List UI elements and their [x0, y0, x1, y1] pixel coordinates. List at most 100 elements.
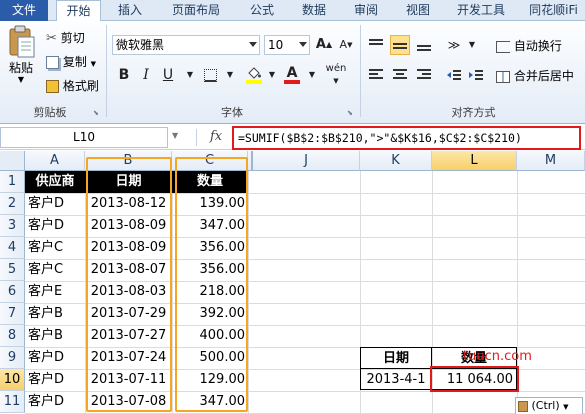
table-cell-quantity[interactable]: 139.00	[172, 193, 248, 215]
copy-button[interactable]: 复制 ▼	[46, 53, 96, 70]
column-header-m[interactable]: M	[517, 151, 585, 171]
tab-ifind[interactable]: 同花顺iFi	[522, 0, 585, 21]
font-color-dropdown[interactable]: ▼	[302, 65, 322, 85]
table-cell-date[interactable]: 2013-08-09	[85, 237, 172, 259]
table-cell-supplier[interactable]: 客户D	[25, 215, 85, 237]
formula-input[interactable]: =SUMIF($B$2:$B$210,">"&$K$16,$C$2:$C$210…	[232, 126, 581, 150]
tab-data[interactable]: 数据	[292, 0, 336, 21]
underline-button[interactable]: U	[158, 65, 178, 85]
table-header-supplier[interactable]: 供应商	[25, 171, 85, 193]
align-left-button[interactable]	[366, 65, 386, 85]
table-cell-date[interactable]: 2013-07-29	[85, 303, 172, 325]
table-cell-quantity[interactable]: 356.00	[172, 259, 248, 281]
underline-dropdown[interactable]: ▼	[180, 65, 200, 85]
table-header-quantity[interactable]: 数量	[172, 171, 248, 193]
borders-button[interactable]	[200, 65, 220, 85]
table-cell-supplier[interactable]: 客户D	[25, 369, 85, 391]
table-header-date[interactable]: 日期	[85, 171, 172, 193]
tab-formulas[interactable]: 公式	[240, 0, 284, 21]
clipboard-launcher-icon[interactable]: ⬊	[93, 109, 101, 117]
column-header-a[interactable]: A	[25, 151, 85, 171]
shrink-font-button[interactable]: A▼	[336, 35, 356, 55]
column-header-j[interactable]: J	[253, 151, 360, 171]
table-cell-quantity[interactable]: 392.00	[172, 303, 248, 325]
table-cell-date[interactable]: 2013-07-11	[85, 369, 172, 391]
wrap-text-button[interactable]: 自动换行	[496, 37, 562, 54]
tab-developer[interactable]: 开发工具	[448, 0, 514, 21]
column-header-c[interactable]: C	[172, 151, 248, 171]
grow-font-button[interactable]: A▲	[314, 35, 334, 55]
format-painter-button[interactable]: 格式刷	[46, 77, 99, 94]
paste-options-button[interactable]: (Ctrl) ▼	[515, 397, 583, 414]
row-header-6[interactable]: 6	[0, 281, 25, 303]
align-center-button[interactable]	[390, 65, 410, 85]
column-header-k[interactable]: K	[360, 151, 432, 171]
row-header-8[interactable]: 8	[0, 325, 25, 347]
summary-header-date[interactable]: 日期	[360, 347, 432, 369]
align-bottom-button[interactable]	[414, 35, 434, 55]
borders-dropdown[interactable]: ▼	[220, 65, 240, 85]
table-cell-date[interactable]: 2013-07-24	[85, 347, 172, 369]
tab-page-layout[interactable]: 页面布局	[160, 0, 232, 21]
summary-quantity-cell[interactable]: 11 064.00	[431, 368, 517, 390]
table-cell-supplier[interactable]: 客户C	[25, 237, 85, 259]
paste-button[interactable]: 粘贴 ▼	[4, 25, 38, 87]
font-launcher-icon[interactable]: ⬊	[347, 109, 355, 117]
table-cell-date[interactable]: 2013-08-07	[85, 259, 172, 281]
table-cell-supplier[interactable]: 客户B	[25, 303, 85, 325]
table-cell-date[interactable]: 2013-08-03	[85, 281, 172, 303]
italic-button[interactable]: I	[136, 65, 156, 85]
row-header-2[interactable]: 2	[0, 193, 25, 215]
row-header-10[interactable]: 10	[0, 369, 25, 391]
font-name-select[interactable]: 微软雅黑	[112, 35, 260, 55]
bold-button[interactable]: B	[114, 65, 134, 85]
table-cell-quantity[interactable]: 500.00	[172, 347, 248, 369]
table-cell-quantity[interactable]: 400.00	[172, 325, 248, 347]
name-box[interactable]: L10	[0, 127, 168, 148]
tab-file[interactable]: 文件	[0, 0, 48, 21]
orientation-dropdown[interactable]: ▼	[462, 35, 482, 55]
column-header-l[interactable]: L	[432, 151, 517, 171]
decrease-indent-button[interactable]	[444, 65, 464, 85]
table-cell-date[interactable]: 2013-07-08	[85, 391, 172, 413]
table-cell-supplier[interactable]: 客户D	[25, 391, 85, 413]
fill-color-button[interactable]	[244, 65, 264, 85]
row-header-4[interactable]: 4	[0, 237, 25, 259]
table-cell-quantity[interactable]: 356.00	[172, 237, 248, 259]
summary-date-cell[interactable]: 2013-4-1	[360, 368, 432, 390]
table-cell-date[interactable]: 2013-07-27	[85, 325, 172, 347]
row-header-1[interactable]: 1	[0, 171, 25, 193]
table-cell-date[interactable]: 2013-08-12	[85, 193, 172, 215]
align-middle-button[interactable]	[390, 35, 410, 55]
insert-function-icon[interactable]: fx	[210, 129, 222, 144]
table-cell-supplier[interactable]: 客户D	[25, 347, 85, 369]
fill-color-dropdown[interactable]: ▼	[262, 65, 282, 85]
font-color-button[interactable]: A	[282, 63, 302, 84]
table-cell-supplier[interactable]: 客户B	[25, 325, 85, 347]
tab-home[interactable]: 开始	[56, 0, 101, 22]
table-cell-quantity[interactable]: 347.00	[172, 391, 248, 413]
tab-review[interactable]: 审阅	[344, 0, 388, 21]
tab-insert[interactable]: 插入	[108, 0, 152, 21]
increase-indent-button[interactable]	[466, 65, 486, 85]
table-cell-supplier[interactable]: 客户D	[25, 193, 85, 215]
select-all-corner[interactable]	[0, 151, 25, 171]
tab-view[interactable]: 视图	[396, 0, 440, 21]
row-header-7[interactable]: 7	[0, 303, 25, 325]
merge-center-button[interactable]: 合并后居中	[496, 67, 574, 84]
table-cell-quantity[interactable]: 129.00	[172, 369, 248, 391]
align-top-button[interactable]	[366, 35, 386, 55]
column-header-b[interactable]: B	[85, 151, 172, 171]
orientation-button[interactable]: ≫	[444, 35, 464, 55]
table-cell-supplier[interactable]: 客户E	[25, 281, 85, 303]
row-header-11[interactable]: 11	[0, 391, 25, 413]
font-size-select[interactable]: 10	[264, 35, 310, 55]
table-cell-quantity[interactable]: 347.00	[172, 215, 248, 237]
row-header-3[interactable]: 3	[0, 215, 25, 237]
row-header-5[interactable]: 5	[0, 259, 25, 281]
table-cell-date[interactable]: 2013-08-09	[85, 215, 172, 237]
name-box-dropdown-icon[interactable]: ▼	[172, 131, 178, 140]
phonetic-button[interactable]: wén ▼	[322, 63, 350, 85]
table-cell-quantity[interactable]: 218.00	[172, 281, 248, 303]
row-header-9[interactable]: 9	[0, 347, 25, 369]
